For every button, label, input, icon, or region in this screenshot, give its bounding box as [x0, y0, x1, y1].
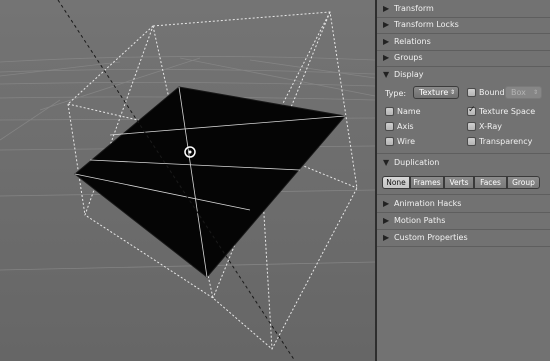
section-label: Motion Paths — [394, 216, 446, 225]
viewport-scene — [0, 0, 375, 361]
transparency-label: Transparency — [479, 137, 533, 146]
expanded-triangle-icon: ▼ — [383, 158, 390, 167]
bound-type-value: Box — [511, 88, 526, 97]
wire-checkbox[interactable] — [385, 137, 394, 146]
dup-group-button[interactable]: Group — [507, 176, 540, 189]
section-animation-hacks[interactable]: ▶ Animation Hacks — [377, 196, 550, 212]
section-label: Relations — [394, 37, 431, 46]
section-display[interactable]: ▼ Display — [377, 67, 550, 83]
collapsed-triangle-icon: ▶ — [383, 53, 390, 62]
bound-type-select[interactable]: Box ⇕ — [505, 86, 542, 99]
texture-space-label: Texture Space — [479, 107, 536, 116]
collapsed-triangle-icon: ▶ — [383, 233, 390, 242]
transparency-checkbox[interactable] — [467, 137, 476, 146]
separator — [377, 194, 550, 195]
section-label: Animation Hacks — [394, 199, 462, 208]
display-type-label: Type: — [385, 89, 407, 98]
name-label: Name — [397, 107, 421, 116]
updown-arrows-icon: ⇕ — [532, 89, 538, 96]
collapsed-triangle-icon: ▶ — [383, 199, 390, 208]
properties-panel: ▶ Transform ▶ Transform Locks ▶ Relation… — [377, 0, 550, 361]
collapsed-triangle-icon: ▶ — [383, 37, 390, 46]
separator — [377, 153, 550, 154]
separator — [377, 246, 550, 247]
section-groups[interactable]: ▶ Groups — [377, 50, 550, 66]
section-label: Transform — [394, 4, 434, 13]
collapsed-triangle-icon: ▶ — [383, 20, 390, 29]
display-type-select[interactable]: Texture ⇕ — [413, 86, 459, 99]
wire-label: Wire — [397, 137, 415, 146]
texture-space-checkbox[interactable]: ✓ — [467, 105, 476, 116]
section-label: Transform Locks — [394, 20, 459, 29]
collapsed-triangle-icon: ▶ — [383, 216, 390, 225]
bound-label: Bound — [479, 88, 505, 97]
dup-none-button[interactable]: None — [382, 176, 410, 189]
dup-faces-button[interactable]: Faces — [474, 176, 507, 189]
section-transform[interactable]: ▶ Transform — [377, 1, 550, 17]
section-duplication[interactable]: ▼ Duplication — [377, 155, 550, 171]
section-custom-properties[interactable]: ▶ Custom Properties — [377, 230, 550, 246]
duplication-options: None Frames Verts Faces Group — [382, 176, 540, 189]
axis-label: Axis — [397, 122, 414, 131]
section-relations[interactable]: ▶ Relations — [377, 34, 550, 50]
updown-arrows-icon: ⇕ — [449, 89, 455, 96]
3d-viewport[interactable] — [0, 0, 375, 361]
expanded-triangle-icon: ▼ — [383, 70, 390, 79]
section-label: Duplication — [394, 158, 440, 167]
axis-checkbox[interactable] — [385, 122, 394, 131]
name-checkbox[interactable] — [385, 107, 394, 116]
checkmark-icon: ✓ — [468, 105, 476, 115]
dup-frames-button[interactable]: Frames — [410, 176, 444, 189]
xray-checkbox[interactable] — [467, 122, 476, 131]
xray-label: X-Ray — [479, 122, 502, 131]
section-transform-locks[interactable]: ▶ Transform Locks — [377, 17, 550, 33]
collapsed-triangle-icon: ▶ — [383, 4, 390, 13]
bound-checkbox[interactable] — [467, 88, 476, 97]
section-label: Groups — [394, 53, 423, 62]
section-label: Display — [394, 70, 424, 79]
section-label: Custom Properties — [394, 233, 468, 242]
section-motion-paths[interactable]: ▶ Motion Paths — [377, 213, 550, 229]
dup-verts-button[interactable]: Verts — [444, 176, 474, 189]
display-type-value: Texture — [419, 88, 449, 97]
